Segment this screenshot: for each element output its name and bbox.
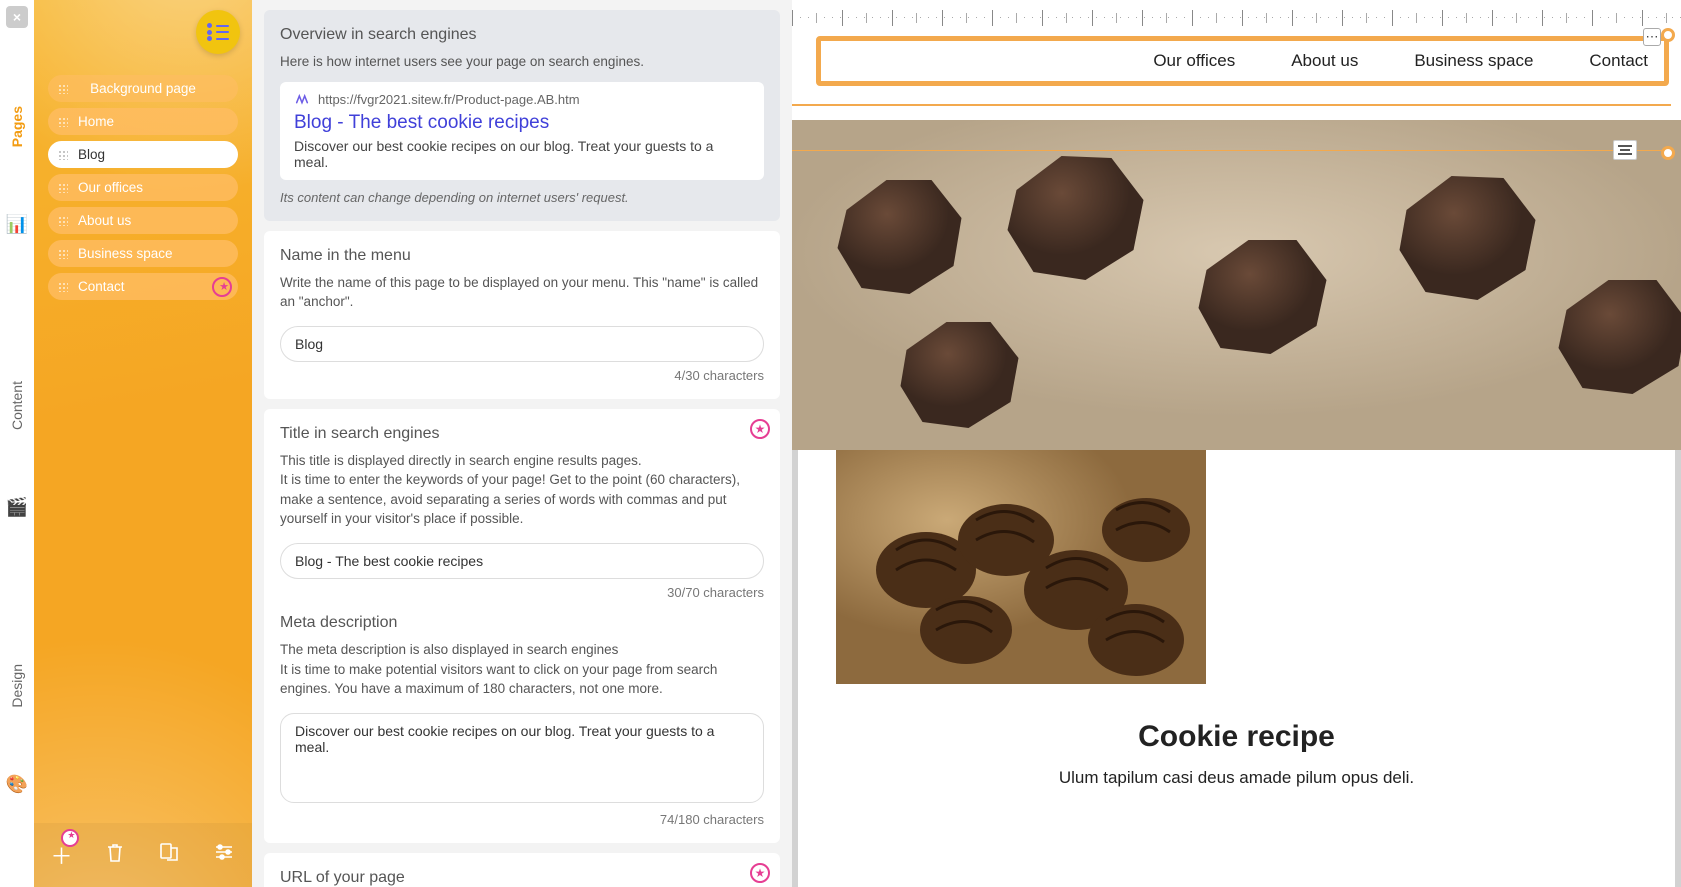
hero-image bbox=[792, 120, 1681, 450]
name-help: Write the name of this page to be displa… bbox=[280, 273, 764, 312]
modules-icon[interactable]: 📊 bbox=[6, 213, 28, 235]
ruler bbox=[792, 6, 1681, 30]
sidebar-item-about[interactable]: About us bbox=[48, 207, 238, 234]
sidebar-item-business[interactable]: Business space bbox=[48, 240, 238, 267]
premium-badge-icon: ★ bbox=[750, 419, 770, 439]
media-icon[interactable]: 🎬 bbox=[6, 496, 28, 518]
sidebar-item-contact[interactable]: Contact★ bbox=[48, 273, 238, 300]
meta-counter: 74/180 characters bbox=[280, 812, 764, 827]
add-page-button[interactable]: ＋★ bbox=[50, 839, 72, 871]
seo-title-input[interactable] bbox=[280, 543, 764, 579]
name-counter: 4/30 characters bbox=[280, 368, 764, 383]
seo-title-card: ★ Title in search engines This title is … bbox=[264, 409, 780, 843]
seo-title-counter: 30/70 characters bbox=[280, 585, 764, 600]
name-input[interactable] bbox=[280, 326, 764, 362]
article-subheading: Ulum tapilum casi deus amade pilum opus … bbox=[792, 768, 1681, 788]
rail-tab-pages[interactable]: Pages bbox=[9, 106, 25, 147]
name-title: Name in the menu bbox=[280, 247, 764, 265]
article-thumbnail bbox=[836, 450, 1206, 684]
preview-url: https://fvgr2021.sitew.fr/Product-page.A… bbox=[318, 92, 580, 107]
sidebar-item-background[interactable]: Background page bbox=[48, 75, 238, 102]
premium-badge-icon: ★ bbox=[750, 863, 770, 883]
meta-input[interactable] bbox=[280, 713, 764, 803]
seo-overview-card: Overview in search engines Here is how i… bbox=[264, 10, 780, 221]
palette-icon[interactable]: 🎨 bbox=[6, 774, 28, 796]
close-icon[interactable]: × bbox=[6, 6, 28, 28]
page-settings-button[interactable] bbox=[213, 842, 235, 868]
delete-page-button[interactable] bbox=[105, 841, 125, 869]
pages-menu-icon[interactable] bbox=[196, 10, 240, 54]
nav-item-business[interactable]: Business space bbox=[1414, 51, 1533, 71]
seo-title-help: This title is displayed directly in sear… bbox=[280, 451, 764, 529]
rail-tab-content[interactable]: Content bbox=[9, 381, 25, 430]
sitew-icon bbox=[294, 92, 310, 108]
overview-title: Overview in search engines bbox=[280, 26, 764, 44]
overview-intro: Here is how internet users see your page… bbox=[280, 52, 764, 72]
sidebar-item-home[interactable]: Home bbox=[48, 108, 238, 135]
sidebar-item-offices[interactable]: Our offices bbox=[48, 174, 238, 201]
selection-outline bbox=[792, 150, 1671, 151]
page-settings-panel: Overview in search engines Here is how i… bbox=[252, 0, 792, 887]
nav-item-offices[interactable]: Our offices bbox=[1153, 51, 1235, 71]
align-center-icon[interactable] bbox=[1613, 140, 1637, 160]
sidebar-item-blog[interactable]: Blog bbox=[48, 141, 238, 168]
site-nav[interactable]: Our offices About us Business space Cont… bbox=[816, 36, 1669, 86]
url-heading: URL of your page bbox=[280, 869, 764, 887]
more-menu-icon[interactable]: ⋯ bbox=[1643, 28, 1661, 46]
article-heading: Cookie recipe bbox=[792, 720, 1681, 754]
site-preview: ⋯ Our offices About us Business space Co… bbox=[792, 0, 1681, 887]
meta-heading: Meta description bbox=[280, 614, 764, 632]
selection-handle[interactable] bbox=[1661, 146, 1675, 160]
nav-item-contact[interactable]: Contact bbox=[1589, 51, 1648, 71]
selection-outline bbox=[792, 104, 1671, 106]
rail-tab-design[interactable]: Design bbox=[9, 664, 25, 708]
seo-title-heading: Title in search engines bbox=[280, 425, 764, 443]
meta-help: The meta description is also displayed i… bbox=[280, 640, 764, 699]
preview-desc: Discover our best cookie recipes on our … bbox=[294, 138, 750, 170]
nav-item-about[interactable]: About us bbox=[1291, 51, 1358, 71]
duplicate-page-button[interactable] bbox=[158, 841, 180, 869]
overview-note: Its content can change depending on inte… bbox=[280, 190, 764, 205]
preview-title: Blog - The best cookie recipes bbox=[294, 112, 750, 134]
url-card: ★ URL of your page The URL of your page … bbox=[264, 853, 780, 887]
pages-sidebar: Background page Home Blog Our offices Ab… bbox=[34, 0, 252, 887]
selection-handle[interactable] bbox=[1661, 28, 1675, 42]
name-card: Name in the menu Write the name of this … bbox=[264, 231, 780, 399]
search-preview: https://fvgr2021.sitew.fr/Product-page.A… bbox=[280, 82, 764, 180]
